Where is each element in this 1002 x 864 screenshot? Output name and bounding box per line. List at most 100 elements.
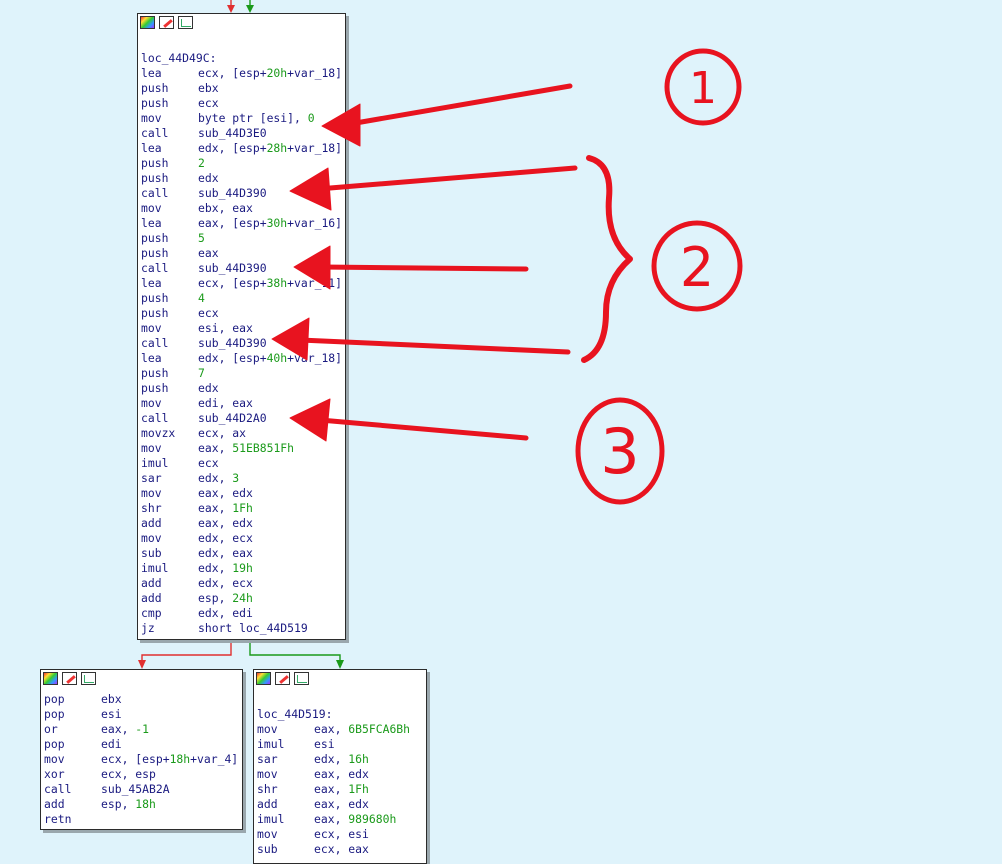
operand: edi, eax: [198, 396, 253, 410]
code-line[interactable]: imul eax, 989680h: [257, 812, 410, 827]
code-line[interactable]: pop edi: [44, 737, 238, 752]
mnemonic: call: [141, 126, 169, 140]
immediate-value: 989680h: [348, 812, 397, 826]
code-line[interactable]: mov edi, eax: [141, 396, 342, 411]
code-line[interactable]: mov byte ptr [esi], 0: [141, 111, 342, 126]
code-line[interactable]: pop ebx: [44, 692, 238, 707]
pencil-icon[interactable]: [159, 16, 174, 29]
code-line[interactable]: mov ecx, esi: [257, 827, 410, 842]
code-line[interactable]: call sub_44D390: [141, 186, 342, 201]
operand: +var_18]: [287, 141, 343, 155]
code-line[interactable]: call sub_45AB2A: [44, 782, 238, 797]
graph-icon[interactable]: [178, 16, 193, 29]
annotation-circle-2: [651, 220, 743, 312]
code-line[interactable]: lea eax, [esp+30h+var_16]: [141, 216, 342, 231]
right-code-block[interactable]: loc_44D519: mov eax, 6B5FCA6Bh imul esi sar ed…: [253, 669, 427, 864]
immediate-value: 40h: [266, 351, 288, 365]
code-line[interactable]: loc_44D49C:: [141, 51, 342, 66]
code-line[interactable]: call sub_44D390: [141, 336, 342, 351]
pencil-icon[interactable]: [62, 672, 77, 685]
mnemonic: push: [141, 381, 169, 395]
code-line[interactable]: cmp edx, edi: [141, 606, 342, 621]
code-line[interactable]: sub ecx, eax: [257, 842, 410, 857]
code-line[interactable]: push 5: [141, 231, 342, 246]
operand: ecx: [198, 96, 219, 110]
code-line[interactable]: call sub_44D390: [141, 261, 342, 276]
code-line[interactable]: add eax, edx: [141, 516, 342, 531]
code-line[interactable]: lea ecx, [esp+38h+var_11]: [141, 276, 342, 291]
code-line[interactable]: mov eax, edx: [257, 767, 410, 782]
code-line[interactable]: pop esi: [44, 707, 238, 722]
mnemonic: mov: [141, 111, 162, 125]
code-line[interactable]: add esp, 24h: [141, 591, 342, 606]
code-line[interactable]: push 7: [141, 366, 342, 381]
annotation-label-1: 1: [689, 63, 717, 114]
code-line[interactable]: sub edx, eax: [141, 546, 342, 561]
code-line[interactable]: push edx: [141, 171, 342, 186]
code-line[interactable]: imul ecx: [141, 456, 342, 471]
mnemonic: mov: [257, 827, 278, 841]
mnemonic: mov: [141, 486, 162, 500]
code-line[interactable]: retn: [44, 812, 238, 827]
code-line[interactable]: call sub_44D3E0: [141, 126, 342, 141]
code-line[interactable]: add esp, 18h: [44, 797, 238, 812]
operand: eax,: [198, 501, 233, 515]
code-line[interactable]: imul edx, 19h: [141, 561, 342, 576]
code-line[interactable]: shr eax, 1Fh: [141, 501, 342, 516]
code-line[interactable]: shr eax, 1Fh: [257, 782, 410, 797]
node-header: [254, 670, 426, 688]
code-line[interactable]: push eax: [141, 246, 342, 261]
mnemonic: mov: [141, 441, 162, 455]
code-line[interactable]: push edx: [141, 381, 342, 396]
code-line[interactable]: push 2: [141, 156, 342, 171]
mnemonic: mov: [257, 767, 278, 781]
code-line[interactable]: loc_44D519:: [257, 707, 410, 722]
code-line[interactable]: add eax, edx: [257, 797, 410, 812]
mnemonic: lea: [141, 351, 162, 365]
code-line[interactable]: jz short loc_44D519: [141, 621, 342, 636]
graph-icon[interactable]: [81, 672, 96, 685]
pencil-icon[interactable]: [275, 672, 290, 685]
code-line[interactable]: push ebx: [141, 81, 342, 96]
code-line[interactable]: mov eax, 6B5FCA6Bh: [257, 722, 410, 737]
palette-icon[interactable]: [43, 672, 58, 685]
code-line[interactable]: sar edx, 3: [141, 471, 342, 486]
code-line[interactable]: mov ecx, [esp+18h+var_4]: [44, 752, 238, 767]
code-line[interactable]: push ecx: [141, 96, 342, 111]
code-line[interactable]: lea edx, [esp+40h+var_18]: [141, 351, 342, 366]
operand: eax, [esp+: [198, 216, 267, 230]
operand: eax,: [314, 812, 349, 826]
operand: +var_4]: [190, 752, 239, 766]
code-line[interactable]: mov edx, ecx: [141, 531, 342, 546]
code-line[interactable]: lea edx, [esp+28h+var_18]: [141, 141, 342, 156]
operand: edi: [101, 737, 122, 751]
mnemonic: add: [141, 576, 162, 590]
code-line[interactable]: movzx ecx, ax: [141, 426, 342, 441]
code-line[interactable]: xor ecx, esp: [44, 767, 238, 782]
palette-icon[interactable]: [140, 16, 155, 29]
annotation-brace: [581, 155, 633, 363]
code-line[interactable]: push ecx: [141, 306, 342, 321]
code-line[interactable]: mov ebx, eax: [141, 201, 342, 216]
operand: edx: [198, 381, 219, 395]
code-line[interactable]: [141, 36, 342, 51]
code-line[interactable]: sar edx, 16h: [257, 752, 410, 767]
code-line[interactable]: or eax, -1: [44, 722, 238, 737]
graph-icon[interactable]: [294, 672, 309, 685]
mnemonic: call: [141, 336, 169, 350]
operand: edx, edi: [198, 606, 253, 620]
code-line[interactable]: [257, 692, 410, 707]
mnemonic: mov: [141, 531, 162, 545]
code-line[interactable]: mov eax, 51EB851Fh: [141, 441, 342, 456]
code-line[interactable]: mov esi, eax: [141, 321, 342, 336]
code-line[interactable]: imul esi: [257, 737, 410, 752]
code-line[interactable]: lea ecx, [esp+20h+var_18]: [141, 66, 342, 81]
code-line[interactable]: add edx, ecx: [141, 576, 342, 591]
code-line[interactable]: call sub_44D2A0: [141, 411, 342, 426]
left-code-block[interactable]: pop ebx pop esi or eax, -1 pop edi mov ecx, [esp+…: [40, 669, 243, 830]
main-code-block[interactable]: loc_44D49C: lea ecx, [esp+20h+var_18] push e…: [137, 13, 346, 640]
code-line[interactable]: push 4: [141, 291, 342, 306]
mnemonic: movzx: [141, 426, 176, 440]
palette-icon[interactable]: [256, 672, 271, 685]
code-line[interactable]: mov eax, edx: [141, 486, 342, 501]
